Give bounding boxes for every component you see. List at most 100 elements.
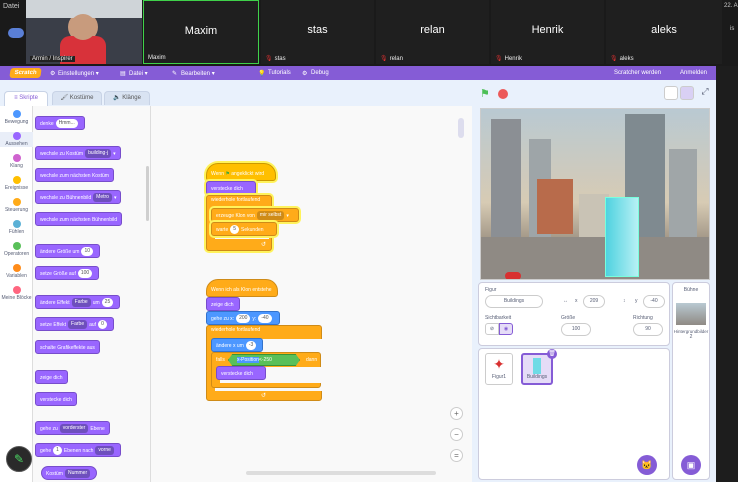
block-go-layers[interactable]: gehe 1 Ebenen nach vorne	[35, 443, 121, 457]
tab-code[interactable]: ≡ Skripte	[4, 91, 48, 106]
video-tile-aleks[interactable]: aleks 🎙 aleks	[606, 0, 722, 64]
block-change-size[interactable]: ändere Größe um 10	[35, 244, 101, 258]
participant-name: Maxim	[184, 25, 218, 37]
sprite-name-input[interactable]: Buildings	[485, 295, 543, 308]
block-switch-costume[interactable]: wechsle zu Kostüm building-j ▾	[35, 146, 121, 160]
block-set-effect[interactable]: setze Effekt Farbe auf 0	[35, 317, 114, 331]
globe-icon[interactable]: ⚙	[50, 70, 55, 77]
tab-costumes[interactable]: 🖌 Kostüme	[52, 91, 102, 105]
workspace-scrollbar-horizontal[interactable]	[246, 471, 436, 475]
scratch-logo[interactable]: Scratch	[9, 68, 42, 78]
block-hide[interactable]: verstecke dich	[206, 181, 256, 195]
block-change-effect[interactable]: ändere Effekt Farbe um 25	[35, 295, 121, 309]
os-menu-file[interactable]: Datei	[0, 0, 22, 13]
x-input[interactable]: 209	[583, 295, 605, 308]
category-operators[interactable]: Operatoren	[0, 242, 33, 257]
video-tile-henrik[interactable]: Henrik 🎙 Henrik	[491, 0, 604, 64]
then-label: dann	[306, 357, 318, 363]
category-motion[interactable]: Bewegung	[0, 110, 33, 125]
y-input[interactable]: -40	[643, 295, 665, 308]
workspace-scrollbar-vertical[interactable]	[458, 118, 464, 138]
os-pill-icon[interactable]	[8, 28, 24, 38]
block-hide[interactable]: verstecke dich	[35, 392, 77, 406]
reporter-costume[interactable]: Kostüm Nummer	[41, 466, 98, 480]
tutorials-button[interactable]: Tutorials	[268, 70, 291, 76]
sprite-buildings[interactable]	[605, 197, 639, 277]
zoom-in-icon[interactable]: +	[450, 407, 463, 420]
delete-sprite-icon[interactable]: 🗑	[547, 349, 557, 359]
file-menu[interactable]: Datei ▾	[129, 70, 148, 77]
visibility-label: Sichtbarkeit	[485, 315, 512, 321]
sprite-figur1[interactable]	[505, 272, 521, 279]
block-show[interactable]: zeige dich	[206, 297, 240, 311]
settings-menu[interactable]: Einstellungen ▾	[58, 70, 99, 77]
block-wait[interactable]: warte 5 Sekunden	[211, 222, 277, 236]
block-go-to-layer[interactable]: gehe zu vorderster Ebene	[35, 421, 110, 435]
debug-button[interactable]: Debug	[311, 70, 329, 76]
palette-scrollbar[interactable]	[146, 166, 149, 221]
stage-target-panel[interactable]: Bühne Hintergrundbilder 2 ▣	[672, 282, 710, 480]
green-flag-icon[interactable]: ⚑	[480, 88, 492, 100]
join-scratch-button[interactable]: Scratcher werden	[614, 70, 661, 76]
sprite-thumb-figur1[interactable]: ✦ Figur1	[485, 353, 513, 385]
hide-sprite-icon[interactable]: ⊘	[485, 323, 499, 335]
x-arrows-icon: ↔	[563, 298, 568, 304]
zoom-reset-icon[interactable]: =	[450, 449, 463, 462]
category-looks[interactable]: Aussehen	[0, 132, 33, 147]
fullscreen-icon[interactable]: ⤢	[698, 86, 712, 100]
category-my-blocks[interactable]: Meine Blöcke	[0, 286, 33, 301]
sign-in-button[interactable]: Anmelden	[680, 70, 707, 76]
category-events[interactable]: Ereignisse	[0, 176, 33, 191]
block-next-backdrop[interactable]: wechsle zum nächsten Bühnenbild	[35, 212, 122, 226]
block-next-costume[interactable]: wechsle zum nächsten Kostüm	[35, 168, 114, 182]
edit-menu[interactable]: Bearbeiten ▾	[181, 70, 215, 77]
block-switch-backdrop[interactable]: wechsle zu Bühnenbild Metro ▾	[35, 190, 122, 204]
speaker-icon: 🔈	[113, 95, 123, 101]
hat-when-start-as-clone[interactable]: Wenn ich als Klon entstehe	[206, 279, 278, 297]
stage-canvas[interactable]	[480, 108, 710, 280]
loop-arrow-icon: ↺	[261, 242, 267, 248]
video-tile-stas[interactable]: stas 🎙 stas	[261, 0, 374, 64]
os-label: is	[730, 26, 735, 32]
block-hide[interactable]: verstecke dich	[216, 366, 266, 380]
small-stage-icon[interactable]	[664, 86, 678, 100]
category-control[interactable]: Steuerung	[0, 198, 33, 213]
video-tile-armin[interactable]: Armin / Inspirer	[26, 0, 142, 64]
video-tile-relan[interactable]: relan 🎙 relan	[376, 0, 489, 64]
operator-less-than[interactable]: x-Position<-250	[228, 354, 300, 366]
backdrop-building	[669, 149, 697, 239]
hat-when-flag-clicked[interactable]: Wenn ⚑ angeklickt wird	[206, 163, 276, 181]
block-palette: denke Hmm... wechsle zu Kostüm building-j ▾…	[33, 106, 150, 482]
operators-dot-icon	[12, 242, 21, 250]
add-backdrop-icon[interactable]: ▣	[681, 455, 701, 475]
category-variables[interactable]: Variablen	[0, 264, 33, 279]
annotate-pencil-icon[interactable]: ✎	[6, 446, 32, 472]
stop-icon[interactable]	[498, 89, 508, 99]
buildings-icon	[533, 358, 541, 374]
block-show[interactable]: zeige dich	[35, 370, 68, 384]
video-conference-bar: Armin / Inspirer Maxim Maxim stas 🎙 stas …	[0, 0, 738, 66]
video-tile-maxim[interactable]: Maxim Maxim	[143, 0, 259, 64]
block-create-clone[interactable]: erzeuge Klon von mir selbst ▾	[211, 208, 299, 222]
participant-label: stas	[274, 56, 286, 62]
block-set-size[interactable]: setze Größe auf 100	[35, 266, 100, 280]
mic-muted-icon: 🎙	[610, 56, 618, 62]
block-clear-effects[interactable]: schalte Grafikeffekte aus	[35, 340, 100, 354]
os-clock: 22. A	[724, 3, 738, 9]
block-change-x[interactable]: ändere x um -3	[211, 338, 263, 352]
show-sprite-icon[interactable]: ◉	[499, 323, 513, 335]
category-sensing[interactable]: Fühlen	[0, 220, 33, 235]
stage-area: ⚑ ⤢ Figur Buildings ↔ x 209 ↕ y -40 Sich…	[472, 80, 716, 482]
direction-input[interactable]: 90	[633, 323, 663, 336]
backdrop-building	[491, 119, 521, 239]
add-sprite-icon[interactable]: 🐱	[637, 455, 657, 475]
category-sound[interactable]: Klang	[0, 154, 33, 169]
normal-stage-icon[interactable]	[680, 86, 694, 100]
participant-name: aleks	[651, 24, 677, 36]
block-go-to-xy[interactable]: gehe zu x: 200 y: -40	[206, 311, 280, 325]
zoom-out-icon[interactable]: −	[450, 428, 463, 441]
participant-label: relan	[389, 56, 403, 62]
size-input[interactable]: 100	[561, 323, 591, 336]
block-think[interactable]: denke Hmm...	[35, 116, 85, 130]
tab-sounds[interactable]: 🔈 Klänge	[104, 91, 150, 105]
